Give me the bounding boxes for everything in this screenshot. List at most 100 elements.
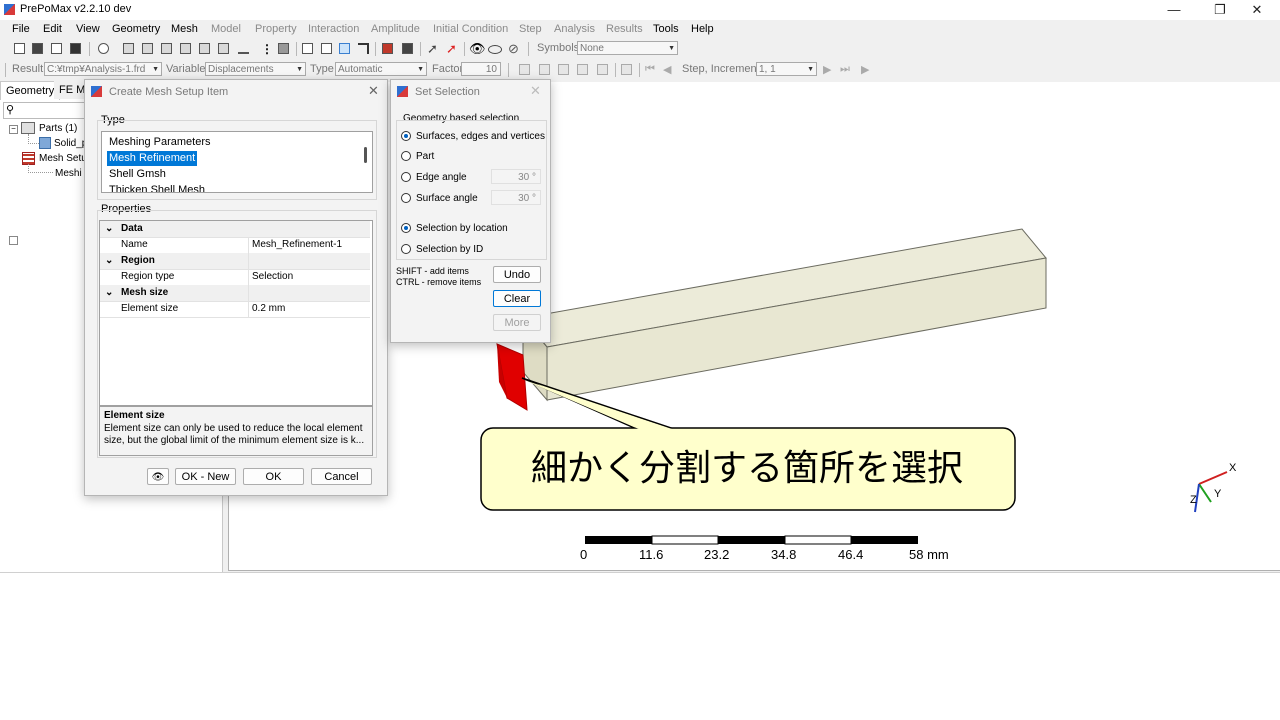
close-button[interactable]: ✕ bbox=[1234, 0, 1280, 20]
ok-new-button[interactable]: OK - New bbox=[175, 468, 236, 485]
previous-step-icon[interactable]: ◀ bbox=[663, 63, 671, 76]
tree-item-mesh-setup[interactable]: Mesh Setu bbox=[39, 153, 87, 164]
step-increment-select[interactable]: 1, 1 ▼ bbox=[756, 62, 817, 76]
tree-item-meshing[interactable]: Meshi bbox=[55, 168, 82, 179]
preview-button[interactable]: 👁 bbox=[147, 468, 169, 485]
edges-icon[interactable] bbox=[321, 43, 332, 54]
deformed-icon[interactable] bbox=[539, 64, 550, 75]
symbols-select[interactable]: None ▼ bbox=[577, 41, 678, 55]
menu-file[interactable]: File bbox=[12, 23, 30, 35]
menu-mesh[interactable]: Mesh bbox=[171, 23, 198, 35]
close-icon[interactable]: ✕ bbox=[530, 83, 541, 99]
transparent-icon[interactable] bbox=[577, 64, 588, 75]
menu-results[interactable]: Results bbox=[606, 23, 643, 35]
edge-angle-input[interactable]: 30 ° bbox=[491, 169, 541, 184]
list-item-selected[interactable]: Mesh Refinement bbox=[107, 151, 198, 166]
play-icon[interactable]: ▶ bbox=[861, 63, 869, 76]
eye-icon: 👁 bbox=[151, 472, 165, 483]
zoom-fit-icon[interactable] bbox=[98, 43, 109, 54]
menu-amplitude[interactable]: Amplitude bbox=[371, 23, 420, 35]
color-contours-icon[interactable] bbox=[558, 64, 569, 75]
menu-property[interactable]: Property bbox=[255, 23, 297, 35]
property-row-element-size[interactable]: Element size 0.2 mm bbox=[100, 301, 370, 318]
list-item[interactable]: Meshing Parameters bbox=[107, 135, 213, 150]
hide-icon[interactable] bbox=[488, 45, 502, 54]
collapse-icon[interactable]: − bbox=[9, 125, 18, 134]
radio-part[interactable] bbox=[401, 151, 411, 161]
collapse-icon[interactable] bbox=[9, 236, 18, 245]
menu-tools[interactable]: Tools bbox=[653, 23, 679, 35]
surface-angle-input[interactable]: 30 ° bbox=[491, 190, 541, 205]
list-scrollbar[interactable] bbox=[364, 147, 367, 163]
menu-help[interactable]: Help bbox=[691, 23, 714, 35]
property-value[interactable]: Selection bbox=[252, 269, 293, 285]
view-back-icon[interactable] bbox=[142, 43, 153, 54]
radio-selection-by-id[interactable] bbox=[401, 244, 411, 254]
explode-icon[interactable] bbox=[382, 43, 393, 54]
property-grid[interactable]: ⌄ Data Name Mesh_Refinement-1 ⌄ Region R… bbox=[99, 220, 373, 406]
tab-geometry[interactable]: Geometry bbox=[0, 81, 61, 100]
radio-edge-angle[interactable] bbox=[401, 172, 411, 182]
menu-initial-condition[interactable]: Initial Condition bbox=[433, 23, 508, 35]
ok-button[interactable]: OK bbox=[243, 468, 304, 485]
open-file-icon[interactable] bbox=[32, 43, 43, 54]
tree-item-parts[interactable]: Parts (1) bbox=[39, 123, 77, 134]
property-category-mesh-size[interactable]: ⌄ Mesh size bbox=[100, 285, 370, 302]
menu-model[interactable]: Model bbox=[211, 23, 241, 35]
last-step-icon[interactable]: ⏭ bbox=[840, 63, 850, 76]
variable-select[interactable]: Displacements ▼ bbox=[205, 62, 306, 76]
clear-button[interactable]: Clear bbox=[493, 290, 541, 307]
save-icon[interactable] bbox=[70, 43, 81, 54]
menu-analysis[interactable]: Analysis bbox=[554, 23, 595, 35]
more-button[interactable]: More bbox=[493, 314, 541, 331]
menu-geometry[interactable]: Geometry bbox=[112, 23, 160, 35]
new-file-icon[interactable] bbox=[14, 43, 25, 54]
property-row-name[interactable]: Name Mesh_Refinement-1 bbox=[100, 237, 370, 254]
cancel-button[interactable]: Cancel bbox=[311, 468, 372, 485]
shaded-view-icon[interactable] bbox=[278, 43, 289, 54]
minimize-button[interactable]: — bbox=[1151, 0, 1197, 20]
property-value[interactable]: Mesh_Refinement-1 bbox=[252, 237, 342, 253]
property-value[interactable]: 0.2 mm bbox=[252, 301, 285, 317]
show-icon[interactable]: 👁 bbox=[469, 41, 486, 57]
property-category-data[interactable]: ⌄ Data bbox=[100, 221, 370, 238]
hide-all-icon[interactable]: ⊘ bbox=[508, 41, 519, 57]
more-views-icon[interactable]: ⋮ bbox=[261, 42, 273, 56]
property-category-region[interactable]: ⌄ Region bbox=[100, 253, 370, 270]
factor-input[interactable]: 10 bbox=[461, 62, 501, 76]
radio-selection-by-location[interactable] bbox=[401, 223, 411, 233]
close-icon[interactable]: ✕ bbox=[368, 83, 379, 99]
view-top-icon[interactable] bbox=[161, 43, 172, 54]
property-row-region-type[interactable]: Region type Selection bbox=[100, 269, 370, 286]
view-iso-icon[interactable] bbox=[238, 43, 249, 54]
import-icon[interactable] bbox=[51, 43, 62, 54]
view-right-icon[interactable] bbox=[218, 43, 229, 54]
radio-surface-angle[interactable] bbox=[401, 193, 411, 203]
query-icon[interactable]: ➚ bbox=[427, 41, 438, 57]
view-front-icon[interactable] bbox=[123, 43, 134, 54]
list-item[interactable]: Shell Gmsh bbox=[107, 167, 168, 182]
mesh-edges-icon[interactable] bbox=[597, 64, 608, 75]
radio-surfaces-edges-vertices[interactable] bbox=[401, 131, 411, 141]
first-step-icon[interactable]: ⏮ bbox=[645, 63, 655, 76]
tree-item-solid-part[interactable]: Solid_p bbox=[54, 138, 87, 149]
type-list[interactable]: Meshing Parameters Mesh Refinement Shell… bbox=[101, 131, 373, 193]
clear-query-icon[interactable]: ➚ bbox=[446, 41, 457, 57]
remove-explode-icon[interactable] bbox=[402, 43, 413, 54]
menu-edit[interactable]: Edit bbox=[43, 23, 62, 35]
next-step-icon[interactable]: ▶ bbox=[823, 63, 831, 76]
undeformed-icon[interactable] bbox=[519, 64, 530, 75]
menu-interaction[interactable]: Interaction bbox=[308, 23, 359, 35]
type-select[interactable]: Automatic ▼ bbox=[335, 62, 427, 76]
undo-button[interactable]: Undo bbox=[493, 266, 541, 283]
section-view-icon[interactable] bbox=[339, 43, 350, 54]
view-bottom-icon[interactable] bbox=[180, 43, 191, 54]
section-plane-icon[interactable] bbox=[358, 43, 369, 54]
menu-step[interactable]: Step bbox=[519, 23, 542, 35]
result-select[interactable]: C:¥tmp¥Analysis-1.frd ▼ bbox=[44, 62, 162, 76]
wireframe-icon[interactable] bbox=[302, 43, 313, 54]
list-item[interactable]: Thicken Shell Mesh bbox=[107, 183, 207, 192]
animation-icon[interactable] bbox=[621, 64, 632, 75]
menu-view[interactable]: View bbox=[76, 23, 100, 35]
view-left-icon[interactable] bbox=[199, 43, 210, 54]
